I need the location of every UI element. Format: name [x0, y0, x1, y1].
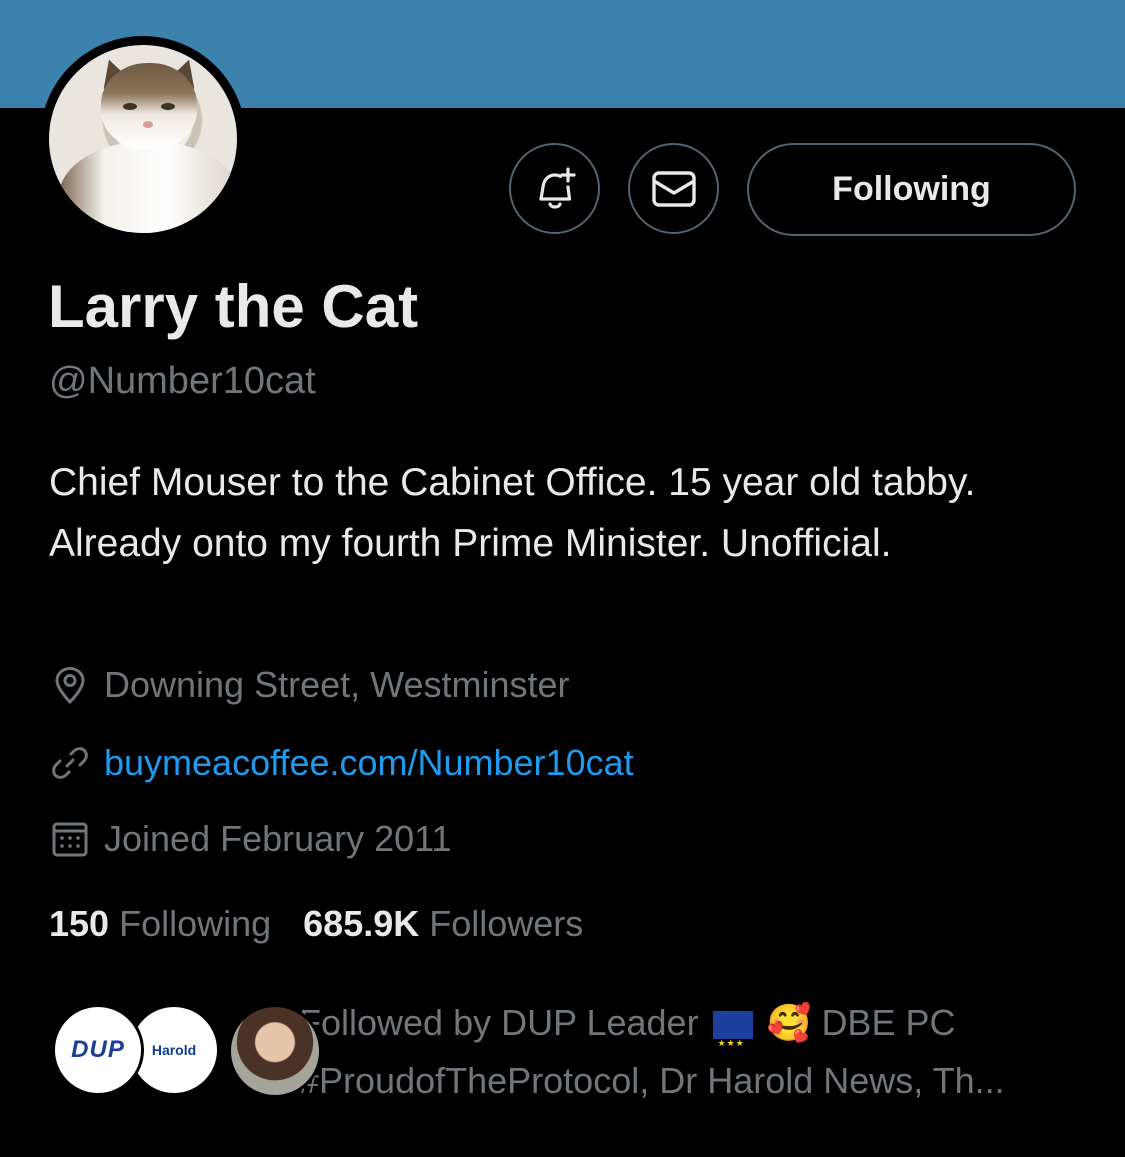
- following-count: 150: [49, 903, 110, 944]
- user-handle: @Number10cat: [49, 360, 316, 402]
- notify-button[interactable]: [509, 143, 600, 234]
- display-name: Larry the Cat: [48, 273, 419, 340]
- website-row[interactable]: buymeacoffee.com/Number10cat: [50, 742, 634, 784]
- follower-avatar: DUP: [52, 1004, 144, 1096]
- profile-bio: Chief Mouser to the Cabinet Office. 15 y…: [49, 461, 976, 565]
- following-stat[interactable]: 150 Following: [49, 903, 271, 945]
- followers-label: Followers: [429, 903, 584, 944]
- dup-logo-text: DUP: [71, 1036, 125, 1063]
- envelope-icon: [651, 170, 696, 207]
- joined-text: Joined February 2011: [104, 818, 452, 859]
- followed-by-avatars[interactable]: DUP Harold: [52, 1004, 322, 1100]
- website-link[interactable]: buymeacoffee.com/Number10cat: [104, 742, 634, 784]
- following-label: Following: [119, 903, 272, 944]
- link-icon: [52, 747, 88, 779]
- profile-avatar[interactable]: [40, 36, 246, 242]
- eu-flag-icon: [712, 1011, 753, 1072]
- smiling-hearts-emoji: 🥰: [766, 1002, 812, 1043]
- location-row: Downing Street, Westminster: [50, 664, 570, 706]
- calendar-icon: [52, 822, 88, 857]
- follower-avatar: [228, 1004, 322, 1098]
- followers-count: 685.9K: [303, 903, 420, 944]
- joined-row: Joined February 2011: [50, 818, 452, 860]
- followed-by-prefix: Followed by DUP Leader: [299, 1002, 699, 1043]
- follow-stats: 150 Following 685.9K Followers: [49, 903, 615, 945]
- following-button[interactable]: Following: [747, 143, 1076, 236]
- harold-logo-text: Harold: [151, 1042, 197, 1058]
- message-button[interactable]: [628, 143, 719, 234]
- location-pin-icon: [55, 666, 85, 705]
- location-text: Downing Street, Westminster: [104, 664, 570, 705]
- cat-photo: [49, 45, 237, 233]
- followed-by-text[interactable]: Followed by DUP Leader 🥰 DBE PC #Proudof…: [299, 994, 1079, 1110]
- followers-stat[interactable]: 685.9K Followers: [303, 903, 583, 945]
- bell-plus-icon: [538, 166, 576, 209]
